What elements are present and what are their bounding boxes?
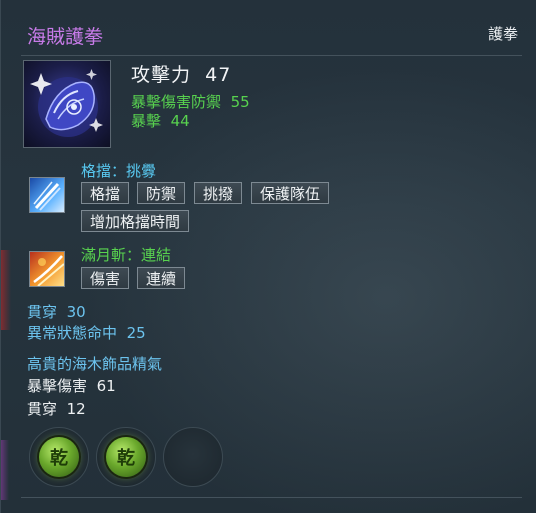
soul-stat-value: 12 xyxy=(66,400,86,418)
soul-stat-label: 暴擊傷害 xyxy=(27,377,88,395)
empty-gem-slot[interactable] xyxy=(163,427,223,487)
attack-stat: 攻擊力 47 xyxy=(131,60,231,87)
attack-value: 47 xyxy=(205,64,232,86)
gauntlet-icon xyxy=(23,60,111,148)
soul-stat-value: 61 xyxy=(96,377,116,395)
extra-stat-label: 異常狀態命中 xyxy=(27,324,118,342)
extra-stat-value: 30 xyxy=(66,303,86,321)
item-name: 海賊護拳 xyxy=(27,26,104,48)
skill-tag: 連續 xyxy=(137,267,186,289)
soul-stat-label: 貫穿 xyxy=(27,400,58,418)
divider xyxy=(21,55,522,56)
sub-stat: 暴擊 44 xyxy=(131,110,190,131)
background-decoration xyxy=(1,440,9,500)
skill-tag: 增加格擋時間 xyxy=(81,210,190,232)
sub-stat: 暴擊傷害防禦 55 xyxy=(131,91,250,112)
skill-tag: 防禦 xyxy=(137,182,186,204)
soul-title: 高貴的海木飾品精氣 xyxy=(27,355,163,373)
extra-stat-label: 貫穿 xyxy=(27,303,58,321)
item-type: 護拳 xyxy=(487,25,518,43)
skill-tag: 傷害 xyxy=(81,267,130,289)
soul-stat: 暴擊傷害 61 xyxy=(27,375,116,396)
skill-tag: 保護隊伍 xyxy=(251,182,330,204)
gem-qian-icon: 乾 xyxy=(106,437,146,477)
sub-stat-label: 暴擊 xyxy=(131,112,162,130)
item-tooltip: 海賊護拳 護拳 攻擊力 47 暴擊傷害防禦 55 暴擊 44 格擋：挑釁 格擋 … xyxy=(0,0,536,513)
sub-stat-value: 55 xyxy=(230,93,250,111)
extra-stat-value: 25 xyxy=(126,324,146,342)
skill-tag: 格擋 xyxy=(81,182,130,204)
background-decoration xyxy=(1,250,11,330)
skill-tag: 挑撥 xyxy=(194,182,243,204)
sword-clash-icon xyxy=(29,177,65,213)
divider xyxy=(21,497,522,498)
gem-qian-icon: 乾 xyxy=(39,437,79,477)
gem-slot[interactable]: 乾 xyxy=(96,427,156,487)
slash-fire-icon xyxy=(29,251,65,287)
attack-label: 攻擊力 xyxy=(131,64,192,86)
extra-stat: 貫穿 30 xyxy=(27,301,86,322)
sub-stat-label: 暴擊傷害防禦 xyxy=(131,93,222,111)
soul-stat: 貫穿 12 xyxy=(27,398,86,419)
sub-stat-value: 44 xyxy=(170,112,190,130)
skill-title: 格擋：挑釁 xyxy=(81,162,157,180)
extra-stat: 異常狀態命中 25 xyxy=(27,322,146,343)
skill-title: 滿月斬：連結 xyxy=(81,246,172,264)
gem-slot[interactable]: 乾 xyxy=(29,427,89,487)
